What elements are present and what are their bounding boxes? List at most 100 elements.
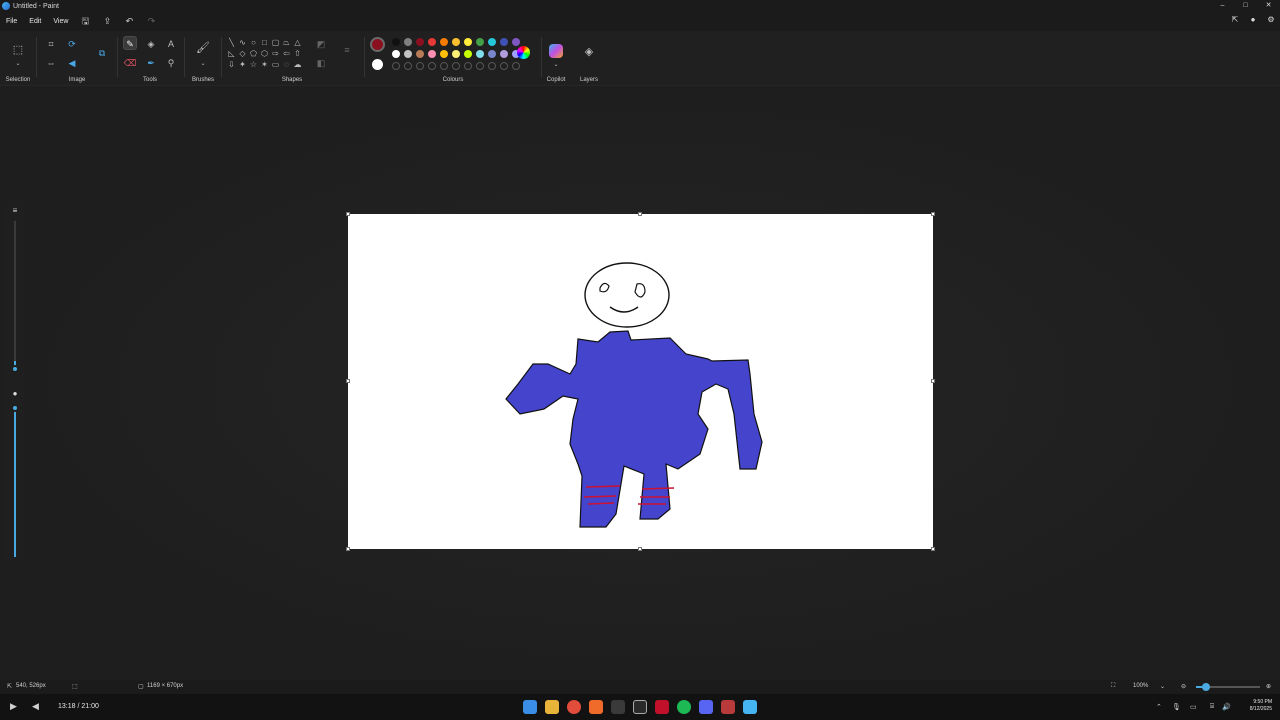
app2-icon[interactable] <box>721 700 735 714</box>
right-triangle-shape-icon[interactable]: ◺ <box>226 48 237 59</box>
four-point-star-shape-icon[interactable]: ✦ <box>237 59 248 70</box>
paint-taskbar-icon[interactable] <box>743 700 757 714</box>
callout-oval-shape-icon[interactable]: ◌ <box>281 59 292 70</box>
resize-handle-top-left[interactable] <box>346 212 350 216</box>
secondary-colour-swatch[interactable] <box>372 59 383 70</box>
colour-swatch[interactable] <box>500 62 508 70</box>
rounded-rectangle-shape-icon[interactable]: ▢ <box>270 37 281 48</box>
colour-swatch[interactable] <box>452 62 460 70</box>
fit-to-window-icon[interactable]: ⛶ <box>1111 683 1115 690</box>
flip-icon[interactable]: ◀ <box>65 56 79 70</box>
obs-icon[interactable] <box>633 700 647 714</box>
colour-swatch[interactable] <box>416 50 424 58</box>
resize-handle-left[interactable] <box>346 379 350 383</box>
zoom-in-icon[interactable]: ⊕ <box>1266 683 1271 690</box>
tray-chevron-icon[interactable]: ⌃ <box>1156 703 1162 711</box>
microphone-icon[interactable]: 🎙 <box>1172 703 1181 711</box>
brush-size-knob[interactable] <box>11 365 19 373</box>
colour-swatch[interactable] <box>404 50 412 58</box>
pencil-icon[interactable]: ✎ <box>123 36 137 50</box>
shape-fill-icon[interactable]: ◧ <box>314 56 328 70</box>
selection-icon[interactable]: ⬚ <box>11 43 25 57</box>
cloud-shape-icon[interactable]: ☁ <box>292 59 303 70</box>
chrome-icon[interactable] <box>567 700 581 714</box>
colour-swatch[interactable] <box>440 38 448 46</box>
colour-swatch[interactable] <box>476 50 484 58</box>
colour-swatch[interactable] <box>416 62 424 70</box>
colour-swatch[interactable] <box>392 62 400 70</box>
hexagon-shape-icon[interactable]: ⬡ <box>259 48 270 59</box>
fill-icon[interactable]: ◈ <box>144 37 158 51</box>
callout-rect-shape-icon[interactable]: ▭ <box>270 59 281 70</box>
save-icon[interactable]: 🖫 <box>74 14 96 30</box>
zoom-out-icon[interactable]: ⊖ <box>1181 683 1186 690</box>
eraser-icon[interactable]: ⌫ <box>123 56 137 70</box>
text-icon[interactable]: A <box>164 37 178 51</box>
volume-icon[interactable]: ◀ <box>32 701 39 712</box>
maximize-button[interactable]: □ <box>1234 0 1257 12</box>
colour-swatch[interactable] <box>488 38 496 46</box>
file-explorer-icon[interactable] <box>545 700 559 714</box>
resize-handle-top-right[interactable] <box>931 212 935 216</box>
colour-swatch[interactable] <box>452 38 460 46</box>
curve-shape-icon[interactable]: ∿ <box>237 37 248 48</box>
colour-swatch[interactable] <box>452 50 460 58</box>
brush-size-track[interactable] <box>14 221 16 371</box>
oval-shape-icon[interactable]: ○ <box>248 37 259 48</box>
up-arrow-shape-icon[interactable]: ⇧ <box>292 48 303 59</box>
edit-colours-icon[interactable] <box>517 46 530 59</box>
resize-handle-bottom[interactable] <box>638 547 642 551</box>
diamond-shape-icon[interactable]: ◇ <box>237 48 248 59</box>
discord-icon[interactable] <box>699 700 713 714</box>
magnifier-icon[interactable]: ⚲ <box>164 56 178 70</box>
zoom-slider-knob[interactable] <box>1201 683 1210 691</box>
line-shape-icon[interactable]: ╲ <box>226 37 237 48</box>
resize-handle-top[interactable] <box>638 212 642 216</box>
network-icon[interactable]: ⌸ <box>1210 703 1214 711</box>
five-point-star-shape-icon[interactable]: ☆ <box>248 59 259 70</box>
chevron-down-icon[interactable]: ⌄ <box>11 57 25 71</box>
opacity-knob[interactable] <box>11 404 19 412</box>
rotate-icon[interactable]: ⟳ <box>65 37 79 51</box>
colour-swatch[interactable] <box>428 50 436 58</box>
minimize-button[interactable]: – <box>1211 0 1234 12</box>
colour-swatch[interactable] <box>500 50 508 58</box>
colour-swatch[interactable] <box>392 38 400 46</box>
colour-swatch[interactable] <box>488 62 496 70</box>
colour-swatch[interactable] <box>464 62 472 70</box>
spotify-icon[interactable] <box>677 700 691 714</box>
resize-handle-right[interactable] <box>931 379 935 383</box>
play-icon[interactable]: ▶ <box>10 701 17 712</box>
tray-app-icon[interactable]: ▭ <box>1190 703 1197 711</box>
settings-icon[interactable]: ⚙ <box>1266 15 1276 25</box>
close-button[interactable]: ✕ <box>1257 0 1280 12</box>
outline-icon[interactable]: ◩ <box>314 37 328 51</box>
right-arrow-shape-icon[interactable]: ⇨ <box>270 48 281 59</box>
image-select-icon[interactable]: ⧉ <box>95 46 109 60</box>
colour-picker-icon[interactable]: ✒ <box>144 56 158 70</box>
colour-swatch[interactable] <box>512 62 520 70</box>
menu-view[interactable]: View <box>47 18 74 25</box>
menu-edit[interactable]: Edit <box>23 18 47 25</box>
brush-icon[interactable]: 🖌 <box>196 41 210 55</box>
zoom-slider[interactable] <box>1196 683 1260 691</box>
colour-swatch[interactable] <box>488 50 496 58</box>
chevron-down-icon[interactable]: ⌄ <box>1160 683 1165 690</box>
rectangle-shape-icon[interactable]: □ <box>259 37 270 48</box>
colour-swatch[interactable] <box>428 38 436 46</box>
share-icon[interactable]: ⇪ <box>96 16 118 27</box>
tray-clock[interactable]: 9:50 PM 8/12/2025 <box>1250 699 1272 713</box>
colour-swatch[interactable] <box>428 62 436 70</box>
crop-icon[interactable]: ⌗ <box>44 37 58 51</box>
six-point-star-shape-icon[interactable]: ✶ <box>259 59 270 70</box>
triangle-shape-icon[interactable]: △ <box>292 37 303 48</box>
primary-colour-swatch[interactable] <box>370 37 385 52</box>
colour-swatch[interactable] <box>392 50 400 58</box>
start-icon[interactable] <box>523 700 537 714</box>
colour-swatch[interactable] <box>512 38 520 46</box>
pentagon-shape-icon[interactable]: ⬠ <box>248 48 259 59</box>
polygon-shape-icon[interactable]: ⏢ <box>281 37 292 48</box>
chevron-down-icon[interactable]: ⌄ <box>549 58 563 72</box>
left-arrow-shape-icon[interactable]: ⇦ <box>281 48 292 59</box>
resize-handle-bottom-left[interactable] <box>346 547 350 551</box>
